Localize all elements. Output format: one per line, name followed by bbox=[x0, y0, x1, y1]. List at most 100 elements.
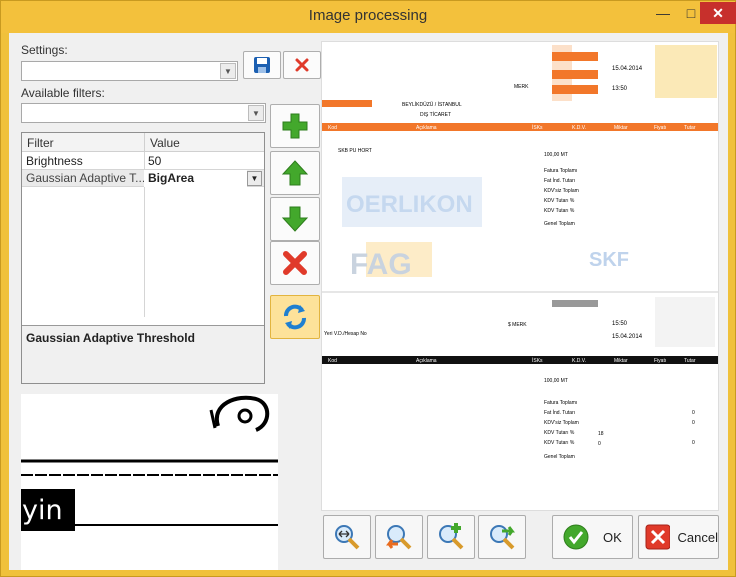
filter-name-cell: Brightness bbox=[26, 154, 83, 168]
svg-text:Tutar: Tutar bbox=[684, 358, 696, 364]
svg-text:SKF: SKF bbox=[589, 249, 629, 271]
table-row[interactable]: Brightness 50 bbox=[22, 153, 264, 170]
svg-text:Kod: Kod bbox=[328, 125, 337, 131]
svg-text:Miktar: Miktar bbox=[614, 125, 628, 131]
preview-image: yin bbox=[21, 395, 278, 531]
ok-button[interactable]: OK bbox=[552, 515, 633, 559]
chevron-down-icon[interactable]: ▼ bbox=[247, 171, 262, 186]
filter-description: Gaussian Adaptive Threshold bbox=[22, 325, 264, 383]
column-header-filter: Filter bbox=[22, 133, 144, 152]
svg-text:FAG: FAG bbox=[350, 248, 412, 281]
delete-icon bbox=[295, 58, 309, 72]
svg-text:Açıklama: Açıklama bbox=[416, 358, 437, 364]
filter-name-cell: Gaussian Adaptive T... bbox=[26, 171, 144, 185]
ok-label: OK bbox=[603, 529, 622, 545]
svg-text:KDV Tutarı %: KDV Tutarı % bbox=[544, 430, 575, 436]
zoom-previous-button[interactable] bbox=[375, 515, 423, 559]
svg-text:Fat İnd. Tutarı: Fat İnd. Tutarı bbox=[544, 177, 575, 184]
svg-text:KDV Tutarı %: KDV Tutarı % bbox=[544, 208, 575, 214]
save-icon bbox=[254, 57, 270, 73]
chevron-down-icon[interactable]: ▼ bbox=[220, 63, 236, 79]
svg-text:$ MERK: $ MERK bbox=[508, 322, 527, 328]
svg-text:Genel Toplam: Genel Toplam bbox=[544, 221, 575, 227]
svg-text:13:50: 13:50 bbox=[612, 86, 628, 92]
close-button[interactable]: ✕ bbox=[700, 2, 736, 24]
svg-text:15.04.2014: 15.04.2014 bbox=[612, 334, 643, 340]
svg-text:İSKs: İSKs bbox=[532, 357, 543, 364]
svg-text:MERK: MERK bbox=[514, 84, 529, 90]
zoom-fit-icon bbox=[335, 525, 360, 550]
zoom-forward-icon bbox=[490, 525, 515, 550]
filters-combo[interactable]: ▼ bbox=[21, 103, 266, 123]
svg-text:İSKs: İSKs bbox=[532, 124, 543, 131]
filter-preview: yin bbox=[21, 394, 278, 570]
svg-text:Miktar: Miktar bbox=[614, 358, 628, 364]
svg-text:100,00 MT: 100,00 MT bbox=[544, 378, 568, 384]
arrow-up-icon bbox=[281, 160, 309, 186]
svg-text:Fatura Toplamı: Fatura Toplamı bbox=[544, 168, 577, 174]
plus-icon bbox=[282, 113, 308, 139]
svg-text:BEYLİKDÜZÜ / İSTANBUL: BEYLİKDÜZÜ / İSTANBUL bbox=[402, 101, 462, 108]
svg-text:Fiyatı: Fiyatı bbox=[654, 125, 666, 131]
delete-icon bbox=[283, 251, 307, 275]
svg-text:KDV Tutarı %: KDV Tutarı % bbox=[544, 440, 575, 446]
svg-text:K.D.V.: K.D.V. bbox=[572, 358, 586, 364]
document-preview: 15.04.2014 13:50 BEYLİKDÜZÜ / İSTANBUL D… bbox=[321, 41, 719, 511]
svg-text:18: 18 bbox=[598, 431, 604, 437]
refresh-icon bbox=[284, 304, 306, 330]
invoice-image: 15.04.2014 13:50 BEYLİKDÜZÜ / İSTANBUL D… bbox=[322, 42, 718, 510]
remove-filter-button[interactable] bbox=[270, 241, 320, 285]
cancel-button[interactable]: Cancel bbox=[638, 515, 719, 559]
svg-text:KDV'siz Toplam: KDV'siz Toplam bbox=[544, 188, 579, 194]
zoom-next-button[interactable] bbox=[478, 515, 526, 559]
svg-text:SKB PU HORT: SKB PU HORT bbox=[338, 148, 372, 154]
svg-text:OERLIKON: OERLIKON bbox=[346, 191, 473, 218]
filter-grid: Filter Value Brightness 50 Gaussian Adap… bbox=[21, 132, 265, 384]
move-up-button[interactable] bbox=[270, 151, 320, 195]
table-row[interactable]: Gaussian Adaptive T... BigArea ▼ bbox=[22, 170, 264, 187]
cancel-label: Cancel bbox=[677, 529, 718, 545]
svg-text:Açıklama: Açıklama bbox=[416, 125, 437, 131]
zoom-in-icon bbox=[439, 523, 464, 550]
move-down-button[interactable] bbox=[270, 197, 320, 241]
minimize-button[interactable]: — bbox=[649, 2, 677, 24]
svg-text:0: 0 bbox=[692, 410, 695, 416]
svg-text:K.D.V.: K.D.V. bbox=[572, 125, 586, 131]
svg-text:DIŞ TİCARET: DIŞ TİCARET bbox=[420, 111, 451, 118]
svg-text:15:50: 15:50 bbox=[612, 321, 628, 327]
svg-text:Kod: Kod bbox=[328, 358, 337, 364]
arrow-down-icon bbox=[281, 206, 309, 232]
svg-text:KDV'siz Toplam: KDV'siz Toplam bbox=[544, 420, 579, 426]
window-title: Image processing bbox=[308, 7, 428, 24]
title-bar: Image processing — □ ✕ bbox=[1, 1, 736, 33]
delete-settings-button[interactable] bbox=[283, 51, 321, 79]
preview-text: yin bbox=[22, 495, 63, 526]
save-settings-button[interactable] bbox=[243, 51, 281, 79]
svg-text:0: 0 bbox=[692, 440, 695, 446]
cancel-icon bbox=[645, 524, 670, 550]
check-icon bbox=[563, 524, 589, 550]
svg-text:Fatura Toplamı: Fatura Toplamı bbox=[544, 400, 577, 406]
svg-text:Fiyatı: Fiyatı bbox=[654, 358, 666, 364]
svg-text:Fat İnd. Tutarı: Fat İnd. Tutarı bbox=[544, 409, 575, 416]
svg-text:Tutar: Tutar bbox=[684, 125, 696, 131]
column-header-value: Value bbox=[144, 133, 264, 152]
settings-label: Settings: bbox=[21, 43, 68, 57]
svg-text:KDV Tutarı %: KDV Tutarı % bbox=[544, 198, 575, 204]
svg-text:100,00 MT: 100,00 MT bbox=[544, 152, 568, 158]
svg-text:0: 0 bbox=[692, 420, 695, 426]
settings-combo[interactable]: ▼ bbox=[21, 61, 238, 81]
filter-value-combo[interactable]: BigArea bbox=[144, 170, 247, 187]
fit-width-button[interactable] bbox=[323, 515, 371, 559]
zoom-back-icon bbox=[386, 525, 412, 550]
refresh-button[interactable] bbox=[270, 295, 320, 339]
filters-label: Available filters: bbox=[21, 86, 105, 100]
svg-text:Yeri V.D./Hesap No: Yeri V.D./Hesap No bbox=[324, 331, 367, 337]
add-filter-button[interactable] bbox=[270, 104, 320, 148]
svg-text:Genel Toplam: Genel Toplam bbox=[544, 454, 575, 460]
chevron-down-icon[interactable]: ▼ bbox=[248, 105, 264, 121]
dialog-body: Settings: ▼ Available filters: ▼ Filter … bbox=[9, 33, 728, 570]
filter-value-cell[interactable]: 50 bbox=[144, 153, 264, 170]
zoom-in-button[interactable] bbox=[427, 515, 475, 559]
svg-text:0: 0 bbox=[598, 441, 601, 447]
